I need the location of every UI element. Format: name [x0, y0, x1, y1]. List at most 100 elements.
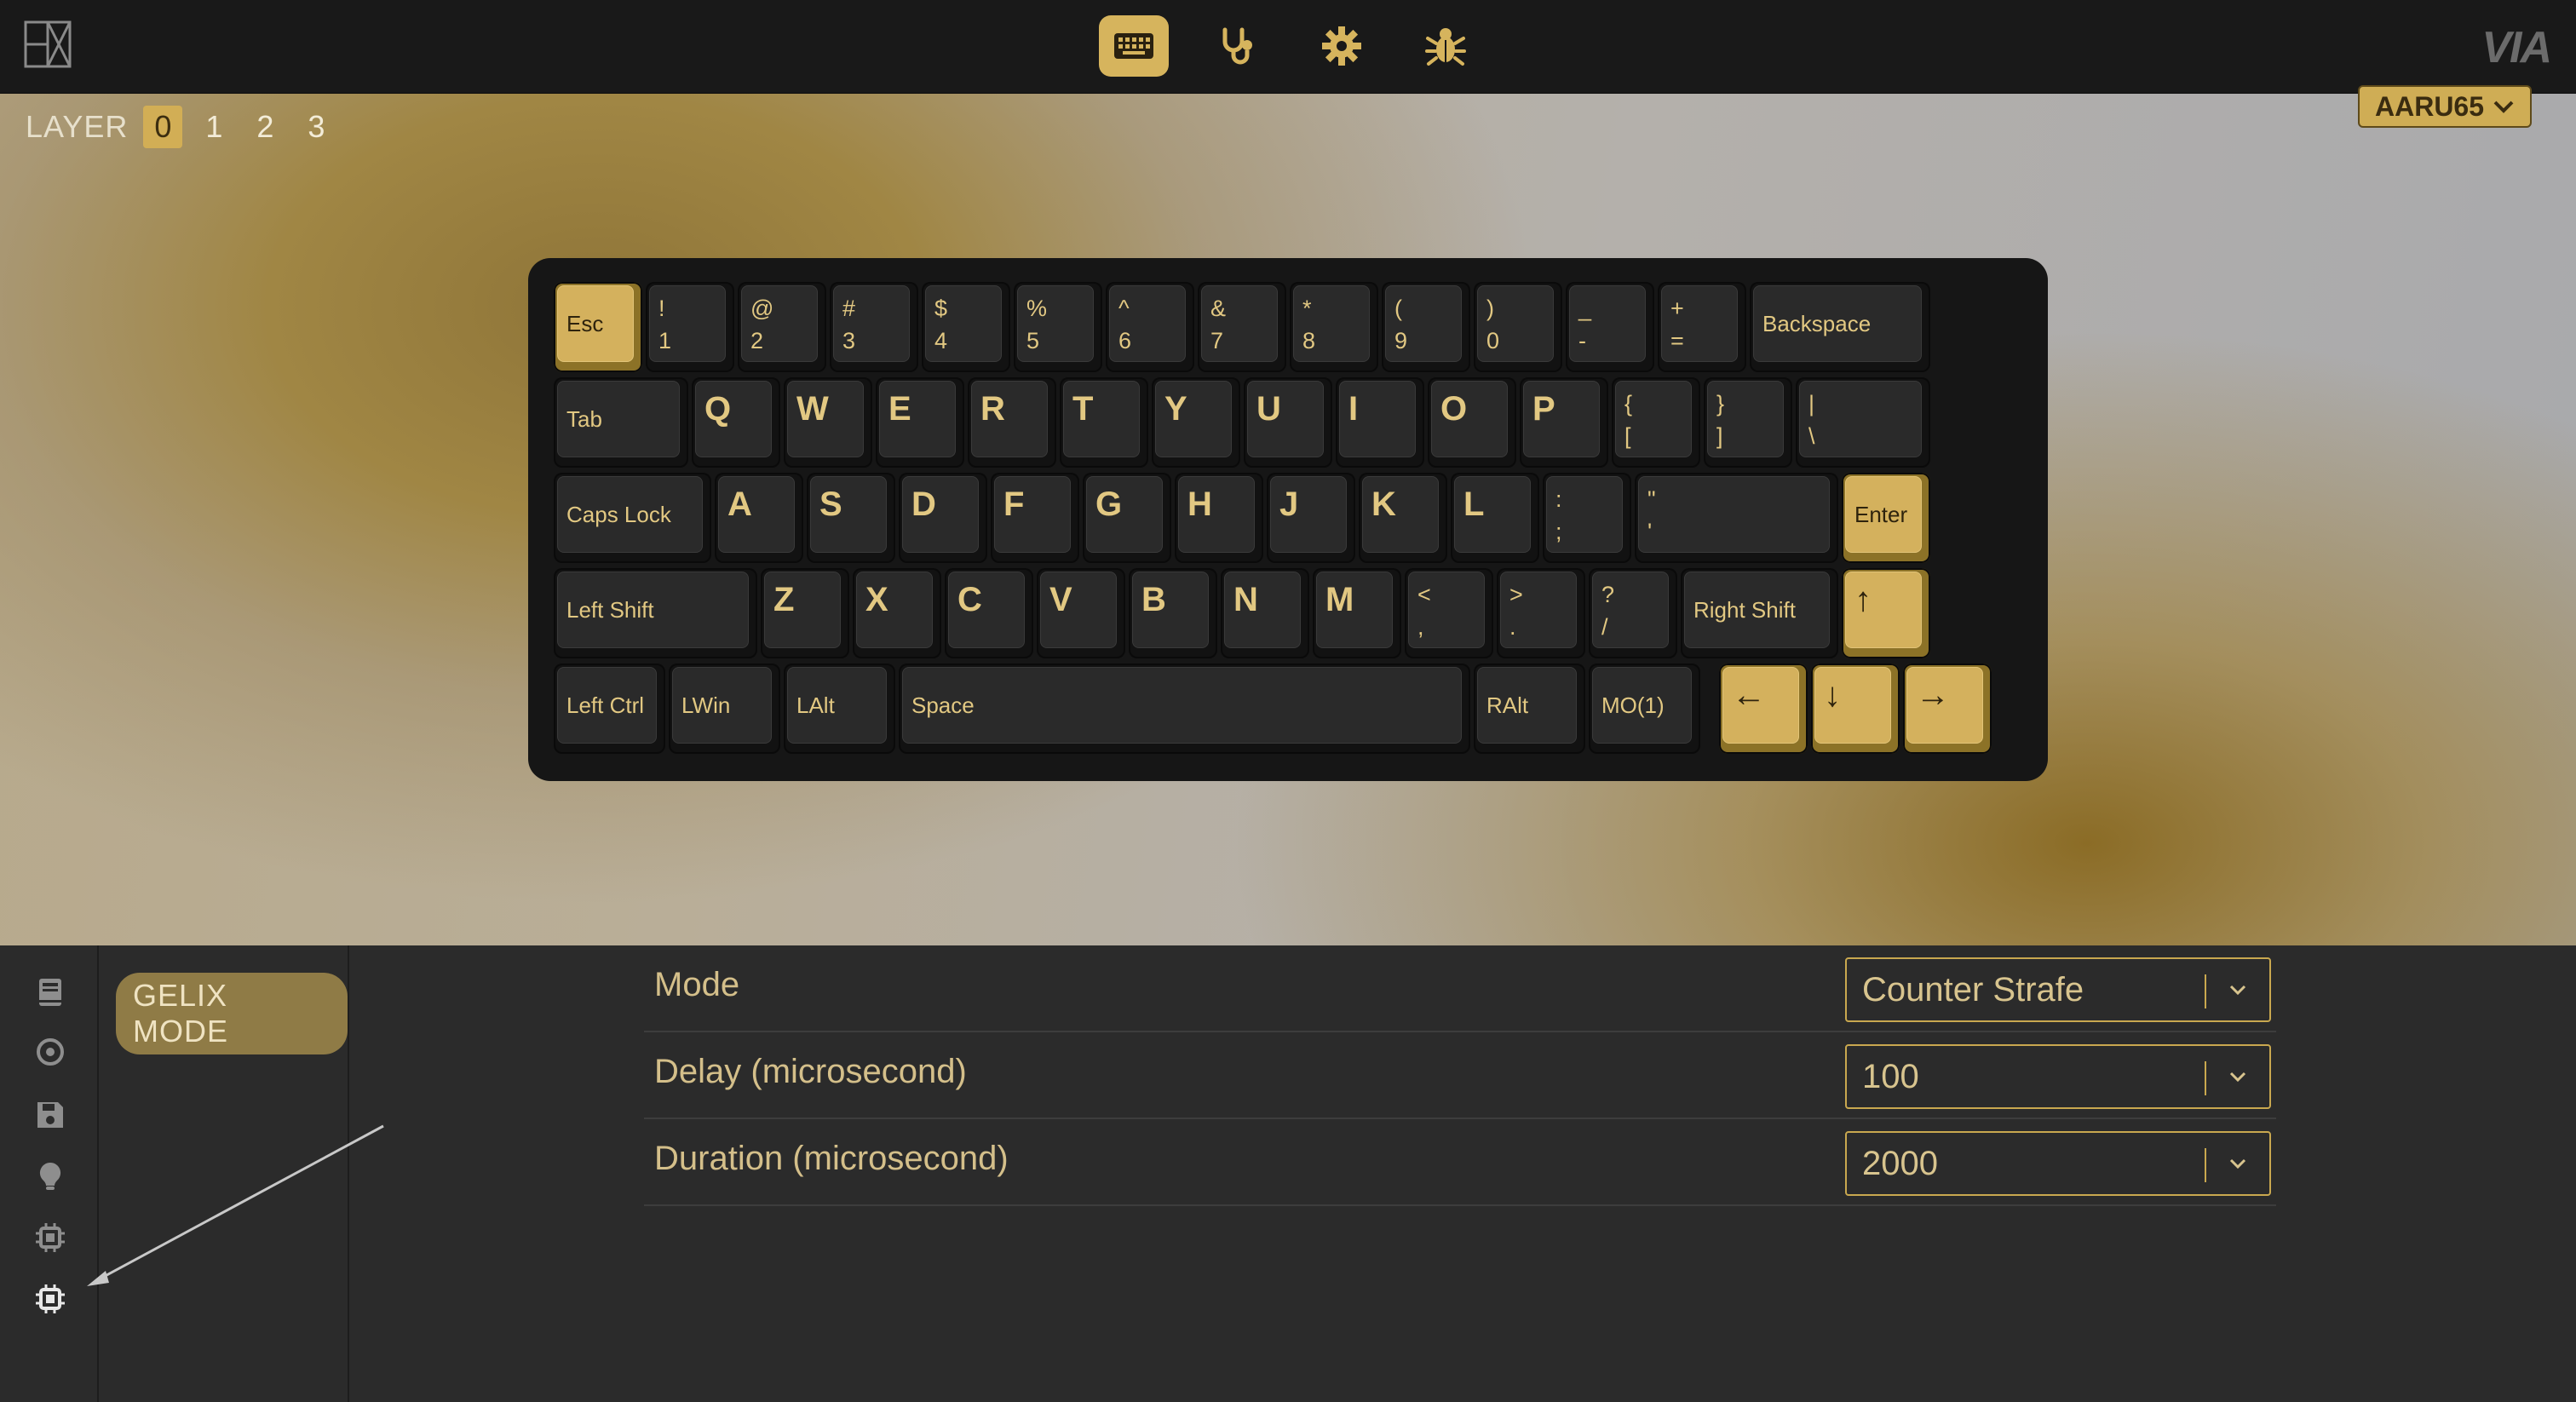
stethoscope-icon [1222, 27, 1252, 65]
key[interactable]: X [853, 568, 941, 658]
key-legend-top: T [1072, 390, 1094, 428]
key[interactable]: ↑ [1842, 568, 1930, 658]
keycap: U [1247, 381, 1324, 457]
chevron-down-icon [2229, 1072, 2246, 1083]
key-legend-top: X [865, 581, 888, 618]
key[interactable]: L [1451, 473, 1539, 563]
key[interactable]: Esc [554, 282, 642, 372]
mode-select[interactable]: Counter Strafe [1845, 957, 2271, 1022]
key[interactable]: F [991, 473, 1079, 563]
delay-select[interactable]: 100 [1845, 1044, 2271, 1109]
key[interactable]: Enter [1842, 473, 1930, 563]
nav-test-button[interactable] [1203, 15, 1273, 77]
key-legend-top: K [1371, 486, 1396, 523]
keycap: H [1178, 476, 1255, 553]
layer-0-button[interactable]: 0 [143, 106, 183, 148]
keycap: {[ [1615, 381, 1692, 457]
key[interactable]: #3 [830, 282, 918, 372]
key[interactable]: Z [761, 568, 849, 658]
key[interactable]: R [968, 377, 1056, 468]
keycap: Caps Lock [557, 476, 703, 553]
key[interactable]: I [1336, 377, 1424, 468]
key[interactable]: & 7 [1198, 282, 1286, 372]
key[interactable]: LWin [669, 664, 780, 754]
key[interactable]: Left Shift [554, 568, 757, 658]
key[interactable]: Tab [554, 377, 688, 468]
key-legend-top: LWin [681, 692, 731, 718]
nav-debug-button[interactable] [1411, 15, 1481, 77]
layer-2-button[interactable]: 2 [245, 106, 285, 148]
key[interactable]: C [945, 568, 1033, 658]
layer-1-button[interactable]: 1 [194, 106, 233, 148]
key[interactable]: RAlt [1474, 664, 1585, 754]
device-selector[interactable]: AARU65 [2358, 85, 2532, 128]
key[interactable]: " ' [1635, 473, 1838, 563]
key[interactable]: B [1129, 568, 1217, 658]
key[interactable]: E [876, 377, 964, 468]
key[interactable]: ↓ [1811, 664, 1900, 754]
key-legend-top: < [1417, 582, 1431, 607]
keycap: ) 0 [1477, 285, 1554, 362]
key[interactable]: → [1903, 664, 1992, 754]
key[interactable]: MO(1) [1589, 664, 1700, 754]
key[interactable]: (9 [1382, 282, 1470, 372]
key[interactable]: G [1083, 473, 1171, 563]
keycap: C [948, 572, 1025, 648]
key[interactable]: ^ 6 [1106, 282, 1194, 372]
key-legend-top: M [1325, 581, 1354, 618]
key[interactable]: % 5 [1014, 282, 1102, 372]
key-legend-top: O [1440, 390, 1468, 428]
key[interactable]: | \ [1796, 377, 1930, 468]
key[interactable]: Space [899, 664, 1470, 754]
via-brand-logo: VIA [2481, 23, 2552, 72]
key[interactable]: <, [1405, 568, 1493, 658]
key[interactable]: S [807, 473, 895, 563]
key[interactable]: LAlt [784, 664, 895, 754]
key[interactable]: A [715, 473, 803, 563]
key[interactable]: Y [1152, 377, 1240, 468]
key[interactable]: Left Ctrl [554, 664, 665, 754]
key[interactable]: ) 0 [1474, 282, 1562, 372]
keycap: " ' [1638, 476, 1830, 553]
key[interactable]: * 8 [1290, 282, 1378, 372]
key[interactable]: ! 1 [646, 282, 734, 372]
key[interactable]: >. [1497, 568, 1585, 658]
duration-select[interactable]: 2000 [1845, 1131, 2271, 1196]
key-legend-bottom: - [1578, 327, 1586, 353]
key[interactable]: O [1428, 377, 1516, 468]
key[interactable]: _ - [1566, 282, 1654, 372]
key[interactable]: N [1221, 568, 1309, 658]
key[interactable]: }] [1704, 377, 1792, 468]
key[interactable]: @2 [738, 282, 826, 372]
key[interactable]: P [1520, 377, 1608, 468]
key-legend-bottom: 9 [1394, 327, 1408, 353]
key[interactable]: U [1244, 377, 1332, 468]
key[interactable]: $4 [922, 282, 1010, 372]
key[interactable]: D [899, 473, 987, 563]
keycap: _ - [1569, 285, 1646, 362]
key[interactable]: K [1359, 473, 1447, 563]
key[interactable]: :; [1543, 473, 1631, 563]
key[interactable]: W [784, 377, 872, 468]
key[interactable]: M [1313, 568, 1401, 658]
key[interactable]: V [1037, 568, 1125, 658]
key[interactable]: J [1267, 473, 1355, 563]
nav-settings-button[interactable] [1307, 15, 1377, 77]
layer-3-button[interactable]: 3 [296, 106, 336, 148]
key[interactable]: + = [1658, 282, 1746, 372]
key[interactable]: Q [692, 377, 780, 468]
nav-configure-button[interactable] [1099, 15, 1169, 77]
main-nav [1099, 15, 1481, 77]
app-logo-icon[interactable] [24, 20, 72, 68]
key[interactable]: T [1060, 377, 1148, 468]
key[interactable]: H [1175, 473, 1263, 563]
key[interactable]: Right Shift [1681, 568, 1838, 658]
keycap: Right Shift [1684, 572, 1830, 648]
key[interactable]: Backspace [1750, 282, 1930, 372]
key[interactable]: Caps Lock [554, 473, 711, 563]
key[interactable]: ? / [1589, 568, 1677, 658]
key-legend-top: MO(1) [1601, 692, 1665, 718]
key[interactable]: {[ [1612, 377, 1700, 468]
key[interactable]: ← [1719, 664, 1808, 754]
key-legend-bottom: 6 [1118, 327, 1132, 353]
